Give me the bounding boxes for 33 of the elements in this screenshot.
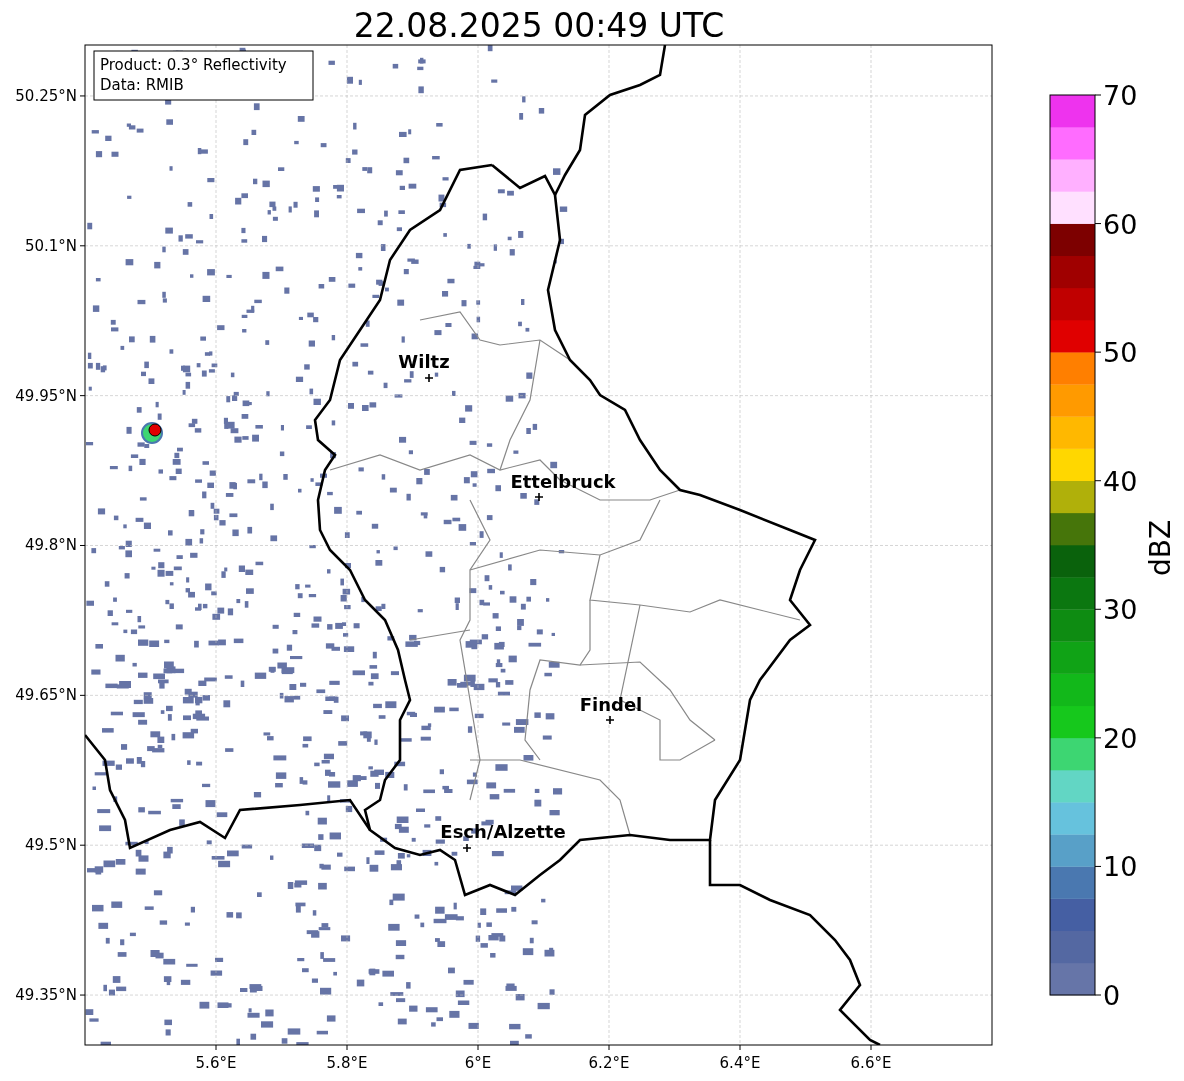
axis-tick-label: 6.4°E: [719, 1054, 761, 1072]
city-label: Esch/Alzette: [440, 821, 566, 842]
axis-tick-label: 49.5°N: [24, 836, 77, 855]
axis-tick-label: 49.95°N: [15, 386, 77, 405]
axis-tick-label: 49.35°N: [15, 986, 77, 1005]
axis-tick-label: 6.2°E: [588, 1054, 630, 1072]
city-marker-icon: [534, 492, 544, 502]
city-marker-icon: [424, 373, 434, 383]
axis-tick-label: 49.8°N: [24, 536, 77, 555]
axis-tick-label: 50.25°N: [15, 86, 77, 105]
axis-tick-label: 5.6°E: [195, 1054, 237, 1072]
city-label: Wiltz: [398, 351, 450, 372]
colorbar-tick-label: 60: [1103, 208, 1138, 240]
axis-tick-label: 50.1°N: [24, 236, 77, 255]
info-text: Product: 0.3° Reflectivity: [100, 56, 287, 74]
city-label: Findel: [579, 694, 643, 715]
city-marker-icon: [462, 843, 472, 853]
colorbar-tick-label: 70: [1103, 80, 1138, 111]
colorbar-tick-label: 50: [1103, 337, 1138, 369]
axis-tick-label: 49.65°N: [15, 686, 77, 705]
colorbar-tick-label: 30: [1103, 594, 1138, 626]
colorbar-tick-label: 0: [1103, 980, 1121, 1011]
info-text: Data: RMIB: [100, 76, 184, 94]
axis-tick-label: 6.6°E: [850, 1054, 892, 1072]
colorbar-tick-label: 20: [1103, 722, 1138, 754]
colorbar-label: dBZ: [1144, 519, 1177, 577]
city-marker-icon: [605, 715, 615, 725]
axis-tick-label: 5.8°E: [326, 1054, 368, 1072]
colorbar-tick-label: 10: [1103, 851, 1138, 883]
axis-tick-label: 6°E: [464, 1054, 492, 1072]
colorbar-tick-label: 40: [1103, 465, 1138, 497]
chart-title: 22.08.2025 00:49 UTC: [353, 6, 725, 45]
city-label: Ettelbruck: [510, 471, 616, 492]
